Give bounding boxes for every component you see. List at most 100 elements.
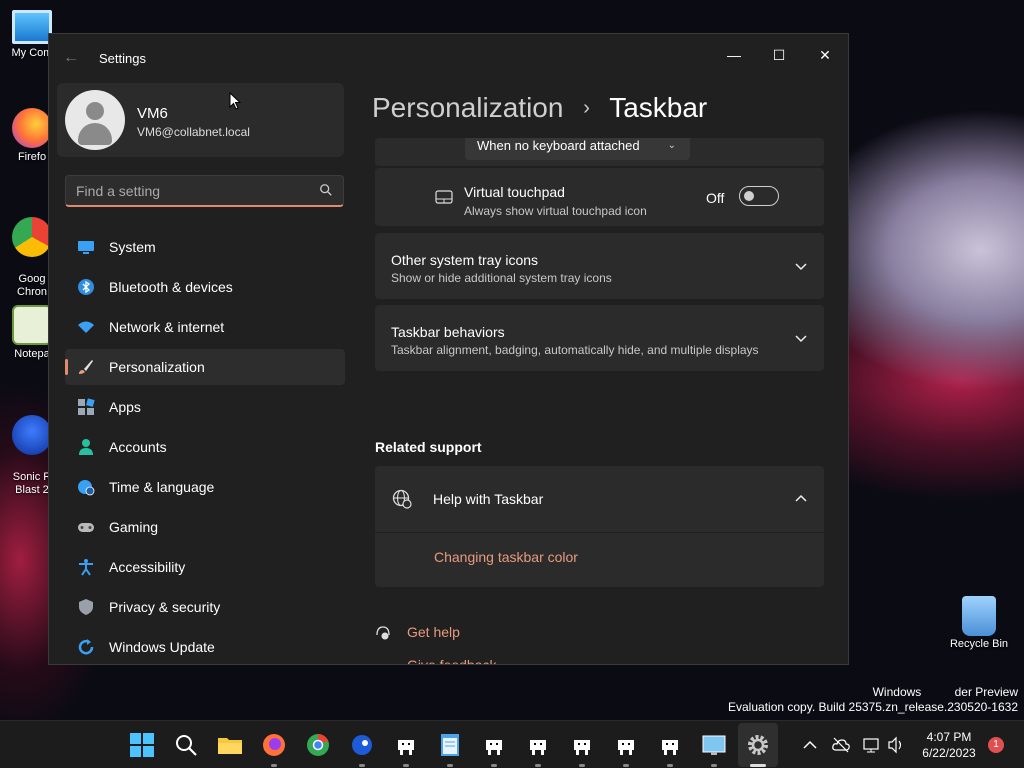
sidebar-item-label: Bluetooth & devices	[109, 279, 233, 295]
evaluation-watermark: Windows der Preview Evaluation copy. Bui…	[728, 685, 1018, 714]
maximize-button[interactable]: ☐	[756, 40, 802, 70]
help-title: Help with Taskbar	[433, 491, 544, 507]
sonic-icon[interactable]	[349, 732, 375, 758]
related-support-heading: Related support	[375, 439, 482, 455]
sidebar-item-accounts[interactable]: Accounts	[65, 429, 345, 465]
other-tray-subtitle: Show or hide additional system tray icon…	[391, 271, 612, 285]
page-title: Taskbar	[609, 92, 708, 123]
wifi-icon	[78, 321, 94, 333]
chevron-down-icon: ⌄	[667, 140, 676, 151]
title-bar[interactable]: ← Settings — ☐ ✕	[49, 34, 848, 82]
sidebar-item-personalization[interactable]: Personalization	[65, 349, 345, 385]
brush-icon	[79, 360, 93, 374]
settings-gear-icon[interactable]	[745, 732, 771, 758]
sidebar-item-label: Personalization	[109, 359, 205, 375]
person-icon	[79, 439, 93, 455]
sidebar-item-apps[interactable]: Apps	[65, 389, 345, 425]
sidebar-item-gaming[interactable]: Gaming	[65, 509, 345, 545]
touch-keyboard-card: When no keyboard attached ⌄	[375, 138, 824, 166]
chevron-down-icon[interactable]	[794, 331, 808, 345]
sidebar-item-accessibility[interactable]: Accessibility	[65, 549, 345, 585]
search-box[interactable]	[65, 175, 344, 207]
sidebar-item-label: Windows Update	[109, 639, 215, 655]
search-input[interactable]	[76, 182, 306, 200]
windows-start-icon[interactable]	[129, 732, 155, 758]
sidebar-item-network[interactable]: Network & internet	[65, 309, 345, 345]
chevron-down-icon[interactable]	[794, 259, 808, 273]
sidebar-item-label: Time & language	[109, 479, 215, 495]
sidebar-nav: System Bluetooth & devices Network & int…	[65, 229, 345, 664]
help-expanded-panel: Changing taskbar color	[375, 533, 824, 587]
desktop-icon-recycle-bin[interactable]: Recycle Bin	[944, 596, 1014, 650]
sidebar-item-system[interactable]: System	[65, 229, 345, 265]
settings-content: When no keyboard attached ⌄ Virtual touc…	[375, 138, 824, 664]
toggle-state-label: Off	[706, 190, 725, 206]
notification-badge[interactable]: 1	[988, 737, 1004, 753]
other-tray-icons-card[interactable]: Other system tray icons Show or hide add…	[375, 233, 824, 299]
sheep-app-icon[interactable]	[481, 732, 507, 758]
sidebar-item-label: System	[109, 239, 156, 255]
volume-icon[interactable]	[886, 735, 906, 755]
sonic-icon	[12, 415, 52, 455]
sheep-app-icon[interactable]	[525, 732, 551, 758]
chevron-up-icon[interactable]	[800, 735, 820, 755]
system-clock[interactable]: 4:07 PM 6/22/2023	[916, 729, 982, 761]
network-icon[interactable]	[862, 735, 882, 755]
sidebar-item-windows-update[interactable]: Windows Update	[65, 629, 345, 664]
chrome-icon[interactable]	[305, 732, 331, 758]
bluetooth-icon	[78, 279, 94, 295]
virtual-touchpad-toggle[interactable]	[739, 186, 779, 206]
globe-clock-icon	[78, 480, 95, 496]
notepad-icon[interactable]	[437, 732, 463, 758]
virtual-touchpad-card: Virtual touchpad Always show virtual tou…	[375, 168, 824, 226]
changing-taskbar-color-link[interactable]: Changing taskbar color	[434, 549, 578, 565]
sidebar-item-label: Network & internet	[109, 319, 225, 335]
user-profile-card[interactable]: VM6 VM6@collabnet.local	[57, 83, 344, 157]
breadcrumb: Personalization › Taskbar	[372, 92, 707, 124]
sidebar-item-label: Apps	[109, 399, 141, 415]
chevron-up-icon[interactable]	[794, 492, 808, 506]
app-title: Settings	[99, 51, 146, 66]
settings-window: ← Settings — ☐ ✕ VM6 VM6@collabnet.local…	[48, 33, 849, 665]
clock-time: 4:07 PM	[926, 730, 972, 744]
sheep-app-icon[interactable]	[569, 732, 595, 758]
cloud-offline-icon[interactable]	[831, 735, 851, 755]
taskbar-behaviors-card[interactable]: Taskbar behaviors Taskbar alignment, bad…	[375, 305, 824, 371]
file-explorer-icon[interactable]	[217, 732, 243, 758]
get-help-link[interactable]: Get help	[407, 624, 460, 640]
control-panel-icon[interactable]	[701, 732, 727, 758]
computer-icon	[12, 10, 52, 44]
recycle-bin-icon	[962, 596, 996, 636]
help-with-taskbar-card[interactable]: Help with Taskbar	[375, 466, 824, 532]
give-feedback-link[interactable]: Give feedback	[407, 657, 497, 664]
sheep-app-icon[interactable]	[613, 732, 639, 758]
close-button[interactable]: ✕	[802, 40, 848, 70]
chrome-icon	[12, 217, 52, 257]
behaviors-title: Taskbar behaviors	[391, 324, 505, 340]
apps-icon	[78, 398, 95, 415]
gamepad-icon	[78, 523, 94, 532]
sidebar-item-label: Gaming	[109, 519, 159, 535]
search-icon[interactable]	[173, 732, 199, 758]
clock-date: 6/22/2023	[922, 746, 976, 760]
sidebar-item-privacy-security[interactable]: Privacy & security	[65, 589, 345, 625]
taskbar: 4:07 PM 6/22/2023 1	[0, 720, 1024, 768]
sidebar-item-label: Accounts	[109, 439, 167, 455]
sidebar-item-label: Accessibility	[109, 559, 186, 575]
update-icon	[78, 639, 94, 655]
firefox-icon[interactable]	[261, 732, 287, 758]
virtual-touchpad-title: Virtual touchpad	[464, 184, 565, 200]
profile-email: VM6@collabnet.local	[137, 125, 250, 139]
accessibility-icon	[79, 559, 93, 576]
back-button[interactable]: ←	[63, 48, 83, 68]
sidebar-item-bluetooth[interactable]: Bluetooth & devices	[65, 269, 345, 305]
shield-icon	[79, 599, 93, 615]
search-icon[interactable]	[319, 183, 333, 197]
sheep-app-icon[interactable]	[393, 732, 419, 758]
mouse-cursor-icon	[229, 92, 241, 110]
sheep-app-icon[interactable]	[657, 732, 683, 758]
touch-keyboard-dropdown[interactable]: When no keyboard attached ⌄	[465, 138, 690, 160]
breadcrumb-parent[interactable]: Personalization	[372, 92, 563, 123]
sidebar-item-time-language[interactable]: Time & language	[65, 469, 345, 505]
minimize-button[interactable]: —	[711, 40, 757, 70]
